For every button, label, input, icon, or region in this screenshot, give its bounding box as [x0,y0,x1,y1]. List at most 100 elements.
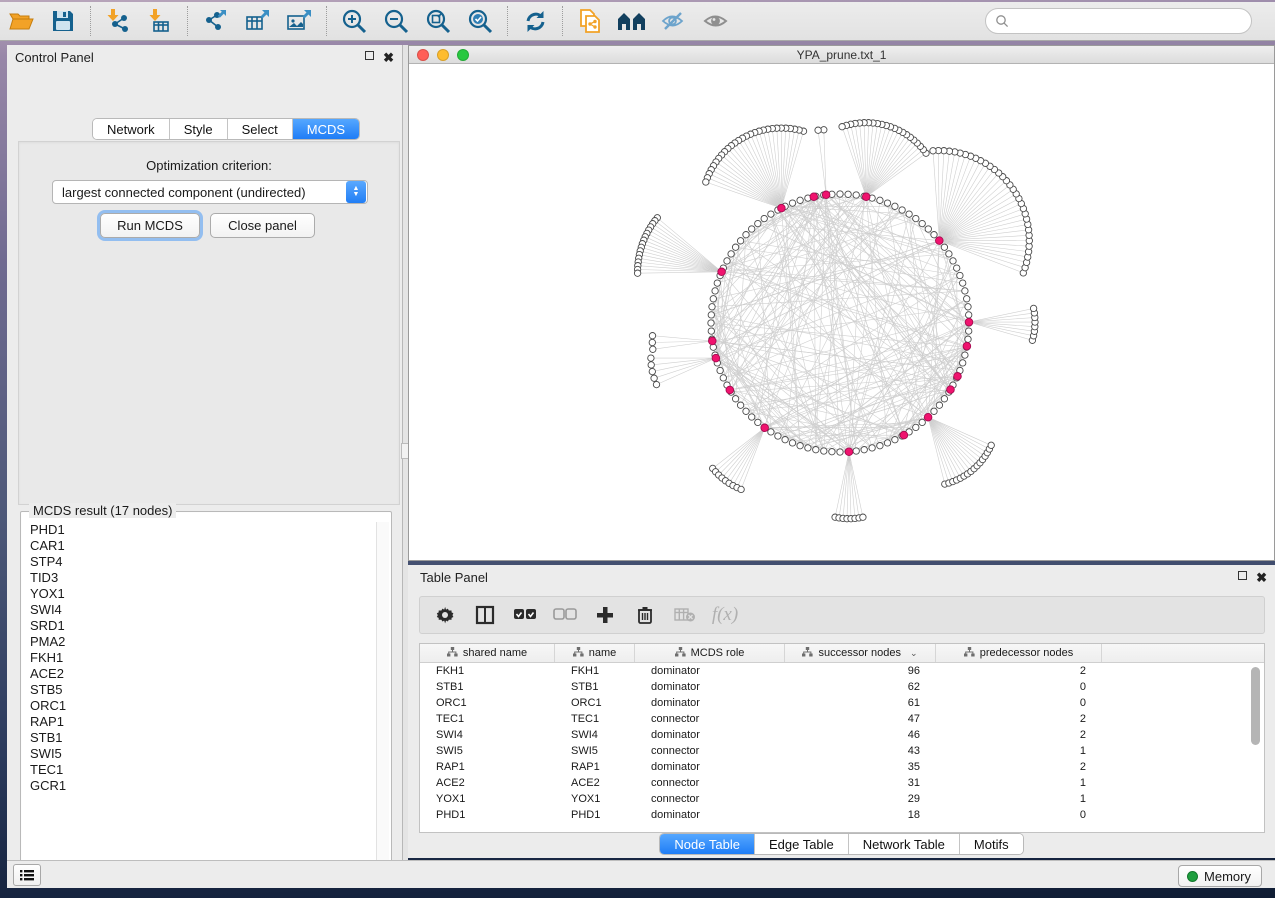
mcds-result-item[interactable]: FKH1 [23,650,375,666]
close-table-panel-icon[interactable]: ✖ [1256,571,1267,584]
columns-icon[interactable] [472,602,498,628]
mcds-options-panel: Optimization criterion: largest connecte… [18,141,400,505]
close-panel-icon[interactable]: ✖ [383,51,394,64]
table-cell: dominator [635,665,785,677]
network-view-canvas[interactable] [409,64,1274,560]
tab-motifs[interactable]: Motifs [960,834,1023,854]
mcds-list-scrollbar[interactable] [376,522,389,881]
delete-icon[interactable] [632,602,658,628]
tab-network-table[interactable]: Network Table [849,834,960,854]
network-window-title: YPA_prune.txt_1 [409,48,1274,62]
tab-select[interactable]: Select [228,119,293,139]
mcds-result-item[interactable]: RAP1 [23,714,375,730]
mcds-result-item[interactable]: GCR1 [23,778,375,794]
table-row[interactable]: SWI5SWI5connector431 [420,743,1264,759]
mcds-result-item[interactable]: STP4 [23,554,375,570]
copy-view-icon[interactable] [575,6,605,36]
control-panel: Control Panel ✖ NetworkStyleSelectMCDS O… [7,45,403,860]
table-row[interactable]: RAP1RAP1dominator352 [420,759,1264,775]
table-cell: dominator [635,681,785,693]
float-panel-icon[interactable] [365,51,374,63]
toolbar-separator [187,6,188,36]
mcds-result-item[interactable]: YOX1 [23,586,375,602]
import-network-icon[interactable] [103,6,133,36]
table-cell: STB1 [555,681,635,693]
mcds-result-list[interactable]: PHD1CAR1STP4TID3YOX1SWI4SRD1PMA2FKH1ACE2… [23,522,375,881]
memory-status-icon [1187,871,1198,882]
tab-style[interactable]: Style [170,119,228,139]
show-all-icon[interactable] [701,6,731,36]
tab-network[interactable]: Network [93,119,170,139]
search-box[interactable] [985,8,1252,34]
tab-node-table[interactable]: Node Table [660,834,755,854]
table-row[interactable]: TEC1TEC1connector472 [420,711,1264,727]
hide-selected-icon[interactable] [659,6,689,36]
mcds-result-item[interactable]: TEC1 [23,762,375,778]
mcds-result-item[interactable]: PHD1 [23,522,375,538]
table-row[interactable]: STB1STB1dominator620 [420,679,1264,695]
mcds-result-item[interactable]: TID3 [23,570,375,586]
toolbar-separator [507,6,508,36]
mcds-result-item[interactable]: SWI5 [23,746,375,762]
network-window-titlebar[interactable]: YPA_prune.txt_1 [409,46,1274,64]
table-row[interactable]: ORC1ORC1dominator610 [420,695,1264,711]
table-row[interactable]: YOX1YOX1connector291 [420,791,1264,807]
table-cell: RAP1 [555,761,635,773]
memory-button[interactable]: Memory [1178,865,1262,887]
column-header-successor-nodes[interactable]: successor nodes⌄ [785,644,936,662]
column-header-name[interactable]: name [555,644,635,662]
zoom-out-icon[interactable] [381,6,411,36]
mcds-result-item[interactable]: STB1 [23,730,375,746]
mcds-result-item[interactable]: STB5 [23,682,375,698]
open-file-icon[interactable] [6,6,36,36]
table-row[interactable]: PHD1PHD1dominator180 [420,807,1264,823]
first-neighbors-icon[interactable] [617,6,647,36]
zoom-selected-icon[interactable] [465,6,495,36]
task-manager-button[interactable] [13,864,41,886]
zoom-fit-icon[interactable] [423,6,453,36]
tab-edge-table[interactable]: Edge Table [755,834,849,854]
table-cell: YOX1 [420,793,555,805]
column-header-predecessor-nodes[interactable]: predecessor nodes [936,644,1102,662]
table-toolbar: f(x) [419,596,1265,634]
mcds-result-item[interactable]: PMA2 [23,634,375,650]
search-input[interactable] [1009,11,1251,31]
zoom-in-icon[interactable] [339,6,369,36]
column-header-shared-name[interactable]: shared name [420,644,555,662]
mcds-result-item[interactable]: CAR1 [23,538,375,554]
column-header-MCDS-role[interactable]: MCDS role [635,644,785,662]
criterion-select[interactable]: largest connected component (undirected)… [52,180,368,204]
gear-icon[interactable] [432,602,458,628]
node-table-header[interactable]: shared namenameMCDS rolesuccessor nodes⌄… [420,644,1264,663]
add-column-icon[interactable] [592,602,618,628]
save-session-icon[interactable] [48,6,78,36]
table-cell: 1 [936,793,1102,805]
float-table-panel-icon[interactable] [1238,571,1247,583]
mcds-result-item[interactable]: ORC1 [23,698,375,714]
export-table-icon[interactable] [242,6,272,36]
tab-mcds[interactable]: MCDS [293,119,359,139]
table-cell: 61 [785,697,936,709]
table-scrollbar-thumb[interactable] [1251,667,1260,745]
table-cell: FKH1 [420,665,555,677]
table-cell: SWI5 [420,745,555,757]
export-network-icon[interactable] [200,6,230,36]
close-panel-button[interactable]: Close panel [210,213,315,238]
table-scrollbar[interactable] [1251,665,1261,828]
refresh-icon[interactable] [520,6,550,36]
import-table-icon[interactable] [145,6,175,36]
mcds-result-item[interactable]: SRD1 [23,618,375,634]
table-type-tabs: Node TableEdge TableNetwork TableMotifs [408,833,1275,855]
table-row[interactable]: SWI4SWI4dominator462 [420,727,1264,743]
mcds-result-item[interactable]: ACE2 [23,666,375,682]
select-all-icon[interactable] [512,602,538,628]
run-mcds-button[interactable]: Run MCDS [100,213,200,238]
table-row[interactable]: ACE2ACE2connector311 [420,775,1264,791]
deselect-all-icon[interactable] [552,602,578,628]
mcds-result-item[interactable]: SWI4 [23,602,375,618]
table-cell: 1 [936,745,1102,757]
export-image-icon[interactable] [284,6,314,36]
table-row[interactable]: FKH1FKH1dominator962 [420,663,1264,679]
status-bar: Memory [7,860,1275,888]
table-cell: SWI4 [420,729,555,741]
